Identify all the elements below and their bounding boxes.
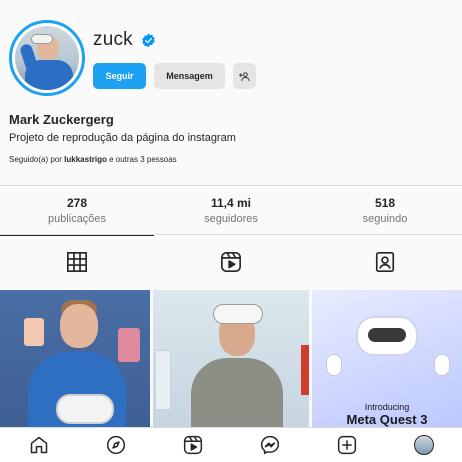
stat-label: seguindo bbox=[362, 212, 408, 225]
tagged-icon bbox=[375, 252, 395, 272]
tab-tagged[interactable] bbox=[308, 236, 462, 288]
stat-posts: 278 publicações bbox=[0, 186, 154, 234]
stat-label: publicações bbox=[47, 212, 107, 225]
username-row: zuck bbox=[93, 29, 156, 51]
verified-badge-icon bbox=[142, 33, 155, 47]
grid-icon bbox=[67, 252, 87, 272]
posts-grid: Introducing Meta Quest 3 bbox=[0, 290, 462, 427]
message-button[interactable]: Mensagem bbox=[154, 63, 225, 89]
nav-messages[interactable] bbox=[258, 433, 282, 457]
person-add-icon bbox=[239, 71, 250, 81]
nav-profile[interactable] bbox=[412, 433, 436, 457]
nav-explore[interactable] bbox=[104, 433, 128, 457]
stat-following[interactable]: 518 seguindo bbox=[308, 186, 462, 234]
avatar-image bbox=[15, 26, 79, 90]
new-post-icon bbox=[337, 435, 356, 455]
reels-icon bbox=[221, 252, 241, 272]
tab-posts[interactable] bbox=[0, 235, 154, 288]
post-caption-small: Introducing bbox=[364, 402, 410, 412]
post-thumbnail[interactable] bbox=[153, 290, 309, 427]
post-caption-large: Meta Quest 3 bbox=[346, 412, 428, 427]
followed-by-prefix: Seguido(a) por bbox=[9, 155, 62, 164]
bio-text: Projeto de reprodução da página do insta… bbox=[9, 132, 236, 144]
nav-reels[interactable] bbox=[181, 433, 205, 457]
profile-actions: Seguir Mensagem bbox=[93, 63, 256, 89]
stat-value: 278 bbox=[66, 195, 88, 210]
stat-followers[interactable]: 11,4 mi seguidores bbox=[154, 186, 308, 234]
followed-by-suffix: e outras 3 pessoas bbox=[109, 155, 177, 164]
stat-value: 11,4 mi bbox=[210, 195, 252, 210]
username: zuck bbox=[93, 29, 133, 50]
reels-icon bbox=[183, 435, 202, 455]
profile-tabs bbox=[0, 235, 462, 288]
profile-avatar bbox=[413, 435, 434, 455]
full-name: Mark Zuckergerg bbox=[9, 112, 114, 127]
nav-new-post[interactable] bbox=[335, 433, 359, 457]
explore-icon bbox=[106, 435, 125, 455]
follow-button[interactable]: Seguir bbox=[93, 63, 146, 89]
post-thumbnail[interactable]: Introducing Meta Quest 3 bbox=[312, 290, 462, 427]
bottom-navigation bbox=[0, 427, 462, 462]
post-thumbnail[interactable] bbox=[0, 290, 150, 427]
tab-reels[interactable] bbox=[154, 236, 308, 288]
profile-stats: 278 publicações 11,4 mi seguidores 518 s… bbox=[0, 185, 462, 235]
followed-by-text[interactable]: Seguido(a) por lukkastrigo e outras 3 pe… bbox=[9, 155, 177, 164]
suggest-accounts-button[interactable] bbox=[233, 63, 256, 89]
stat-value: 518 bbox=[374, 195, 396, 210]
followed-by-user[interactable]: lukkastrigo bbox=[64, 155, 107, 164]
profile-header: zuck Seguir Mensagem Mark Zuckergerg Pro… bbox=[0, 0, 462, 185]
profile-avatar[interactable] bbox=[9, 20, 85, 96]
home-icon bbox=[30, 436, 47, 454]
messenger-icon bbox=[260, 435, 279, 455]
stat-label: seguidores bbox=[204, 212, 258, 225]
nav-home[interactable] bbox=[27, 433, 51, 457]
